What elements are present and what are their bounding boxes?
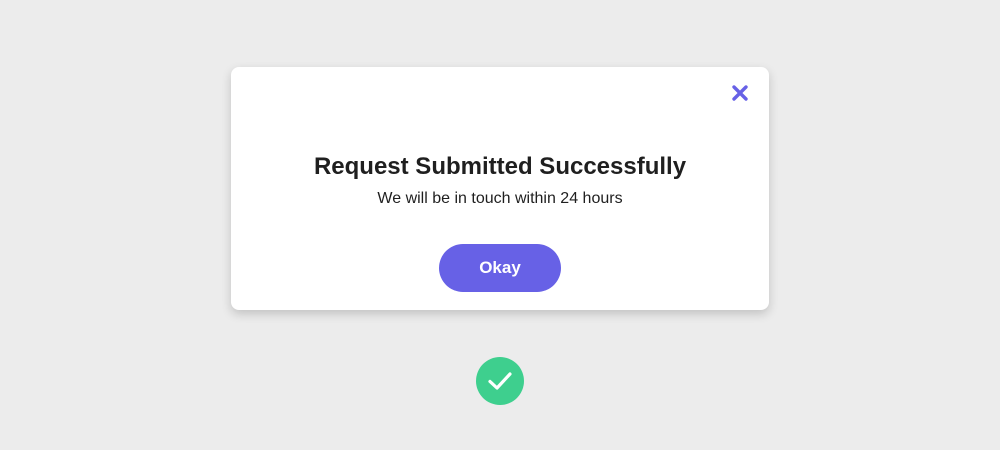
close-icon[interactable] — [731, 84, 749, 102]
dialog-title: Request Submitted Successfully — [313, 153, 687, 180]
success-check-badge — [476, 357, 524, 405]
okay-button[interactable]: Okay — [439, 244, 561, 292]
page-canvas: Request Submitted Successfully We will b… — [0, 0, 1000, 450]
success-dialog: Request Submitted Successfully We will b… — [231, 67, 769, 310]
dialog-message: We will be in touch within 24 hours — [377, 190, 623, 207]
check-icon — [488, 372, 512, 390]
close-button[interactable] — [730, 83, 750, 103]
